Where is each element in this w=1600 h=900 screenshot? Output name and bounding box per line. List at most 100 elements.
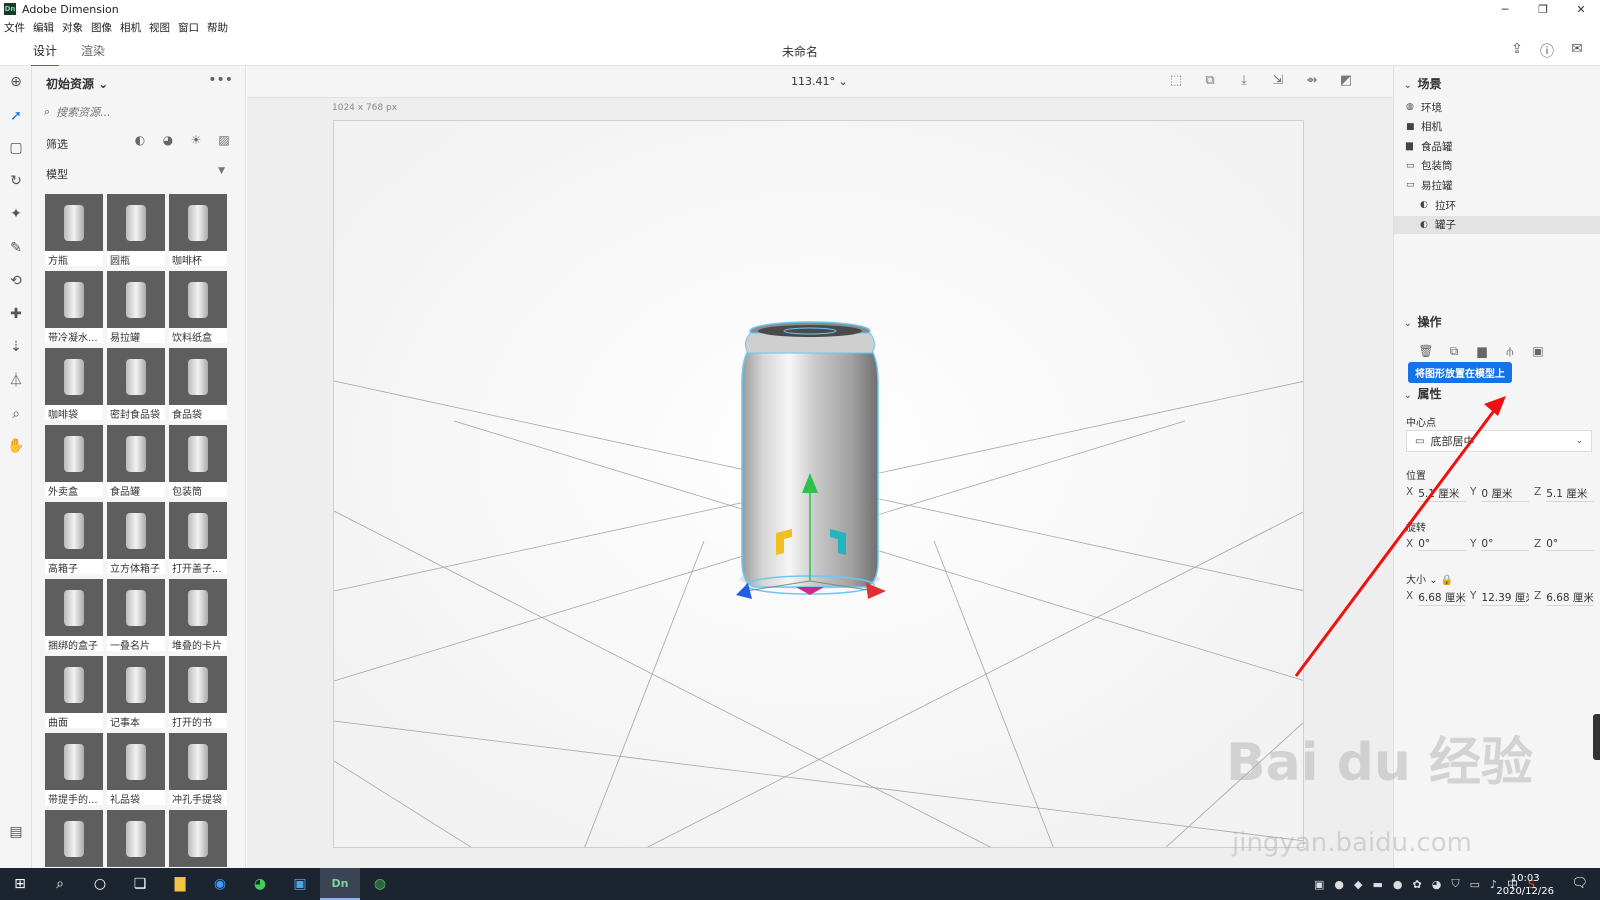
size-label[interactable]: 大小 ⌄ 🔒	[1406, 571, 1453, 586]
cortana-icon[interactable]: ○	[80, 868, 120, 900]
pan-camera-icon[interactable]: ✚	[6, 304, 26, 324]
minimize-button[interactable]: ─	[1486, 0, 1524, 18]
tray-app-icon[interactable]: ✿	[1413, 878, 1422, 891]
menu-file[interactable]: 文件	[4, 20, 25, 35]
browser-icon[interactable]: ◉	[200, 868, 240, 900]
category-label[interactable]: 模型	[46, 166, 68, 182]
asset-tile[interactable]: 高箱子	[45, 502, 103, 575]
feedback-icon[interactable]: ✉	[1562, 41, 1592, 61]
orbit-tool-icon[interactable]: ↻	[6, 171, 26, 191]
marquee-tool-icon[interactable]: ▢	[6, 138, 26, 158]
asset-tile[interactable]: 带提手的...	[45, 733, 103, 806]
asset-tile[interactable]: 密封食品袋	[107, 348, 165, 421]
place-graphic-icon[interactable]: ▣	[1524, 344, 1552, 359]
scene-item[interactable]: ◐ 拉环	[1420, 196, 1456, 214]
side-panel-handle[interactable]	[1593, 714, 1600, 760]
asset-tile[interactable]	[45, 810, 103, 868]
rotation-z-input[interactable]: 0°	[1546, 538, 1595, 551]
wechat-icon[interactable]: ◕	[240, 868, 280, 900]
asset-tile[interactable]: 带冷凝水...	[45, 271, 103, 344]
position-z-input[interactable]: 5.1 厘米	[1546, 486, 1595, 502]
scene-item[interactable]: ▭ 易拉罐	[1406, 176, 1453, 194]
magic-wand-icon[interactable]: ✦	[6, 204, 26, 224]
align-center-icon[interactable]: ⫛	[1496, 344, 1524, 359]
scene-item[interactable]: ▆ 食品罐	[1406, 137, 1453, 155]
scene-section-header[interactable]: ⌄ 场景	[1404, 75, 1442, 92]
menu-view[interactable]: 视图	[149, 20, 170, 35]
asset-tile[interactable]: 捆绑的盒子	[45, 579, 103, 652]
add-content-icon[interactable]: ⊕	[6, 72, 26, 92]
asset-tile[interactable]: 记事本	[107, 656, 165, 729]
notification-icon[interactable]: 🗨	[1571, 876, 1588, 891]
more-options-icon[interactable]: •••	[208, 72, 233, 88]
menu-camera[interactable]: 相机	[120, 20, 141, 35]
asset-tile[interactable]: 咖啡杯	[169, 194, 227, 267]
file-explorer-icon[interactable]: ▇	[160, 868, 200, 900]
asset-tile[interactable]: 易拉罐	[107, 271, 165, 344]
start-icon[interactable]: ⊞	[0, 868, 40, 900]
rotation-x-input[interactable]: 0°	[1418, 538, 1467, 551]
app-icon[interactable]: ▣	[280, 868, 320, 900]
distribute-icon[interactable]: ⇲	[1261, 73, 1295, 88]
asset-tile[interactable]: 堆叠的卡片	[169, 579, 227, 652]
lock-icon[interactable]: 🔒	[1441, 575, 1453, 586]
panel-toggle-icon[interactable]: ▤	[6, 822, 26, 842]
scene-item[interactable]: ▭ 包装筒	[1406, 157, 1453, 175]
tray-app-icon[interactable]: ▣	[1314, 878, 1324, 891]
menu-window[interactable]: 窗口	[178, 20, 199, 35]
tray-app-icon[interactable]: ◆	[1354, 878, 1362, 891]
asset-tile[interactable]: 礼品袋	[107, 733, 165, 806]
menu-edit[interactable]: 编辑	[33, 20, 54, 35]
position-y-input[interactable]: 0 厘米	[1481, 486, 1530, 502]
asset-tile[interactable]: 外卖盒	[45, 425, 103, 498]
asset-tile[interactable]: 打开的书	[169, 656, 227, 729]
drop-to-ground-icon[interactable]: ⤓	[1227, 73, 1261, 88]
assets-header[interactable]: 初始资源 ⌄	[46, 75, 108, 92]
restore-button[interactable]: ❐	[1524, 0, 1562, 18]
menu-image[interactable]: 图像	[91, 20, 112, 35]
tray-app-icon[interactable]: ●	[1393, 878, 1403, 891]
size-x-input[interactable]: 6.68 厘米	[1418, 590, 1467, 606]
tray-app-icon[interactable]: ▬	[1372, 878, 1382, 891]
filter-lights-icon[interactable]: ☀	[182, 133, 210, 147]
size-z-input[interactable]: 6.68 厘米	[1546, 590, 1595, 606]
zoom-tool-icon[interactable]: ⌕	[6, 404, 26, 424]
3d-canvas[interactable]	[333, 120, 1304, 848]
properties-section-header[interactable]: ⌄ 属性	[1404, 385, 1442, 402]
asset-tile[interactable]: 食品袋	[169, 348, 227, 421]
asset-tile[interactable]: 咖啡袋	[45, 348, 103, 421]
chevron-down-icon[interactable]: ▼	[218, 166, 225, 176]
clock[interactable]: 10:03 2020/12/26	[1496, 872, 1554, 898]
menu-help[interactable]: 帮助	[207, 20, 228, 35]
asset-tile[interactable]: 食品罐	[107, 425, 165, 498]
filter-models-icon[interactable]: ◐	[126, 133, 154, 147]
operations-section-header[interactable]: ⌄ 操作	[1404, 313, 1442, 330]
delete-icon[interactable]: 🗑	[1412, 344, 1440, 359]
share-icon[interactable]: ⇪	[1502, 41, 1532, 61]
search-icon[interactable]: ⌕	[40, 868, 80, 900]
transform-icon[interactable]: ⇴	[1295, 73, 1329, 88]
dolly-camera-icon[interactable]: ⇣	[6, 337, 26, 357]
render-preview-icon[interactable]: ◩	[1329, 73, 1363, 88]
asset-tile[interactable]: 立方体箱子	[107, 502, 165, 575]
position-x-input[interactable]: 5.1 厘米	[1418, 486, 1467, 502]
rotation-y-input[interactable]: 0°	[1481, 538, 1530, 551]
asset-tile[interactable]: 一叠名片	[107, 579, 165, 652]
wechat-tray-icon[interactable]: ◕	[1432, 878, 1442, 891]
menu-object[interactable]: 对象	[62, 20, 83, 35]
asset-tile[interactable]: 冲孔手提袋	[169, 733, 227, 806]
frame-icon[interactable]: ⬚	[1159, 73, 1193, 88]
group-icon[interactable]: ▆	[1468, 344, 1496, 359]
scene-item[interactable]: ■ 相机	[1406, 118, 1442, 136]
chrome-icon[interactable]: ◍	[360, 868, 400, 900]
filter-images-icon[interactable]: ▨	[210, 133, 238, 147]
camera-fov-dropdown[interactable]: 113.41° ⌄	[791, 75, 848, 88]
network-icon[interactable]: ▭	[1470, 878, 1480, 891]
microphone-icon[interactable]: ●	[1334, 878, 1344, 891]
scene-item[interactable]: ◍ 环境	[1406, 98, 1442, 116]
task-view-icon[interactable]: ❏	[120, 868, 160, 900]
asset-tile[interactable]: 曲面	[45, 656, 103, 729]
asset-tile[interactable]: 打开盖子...	[169, 502, 227, 575]
shield-icon[interactable]: ⛉	[1451, 877, 1459, 891]
horizon-tool-icon[interactable]: ⏃	[6, 370, 26, 390]
